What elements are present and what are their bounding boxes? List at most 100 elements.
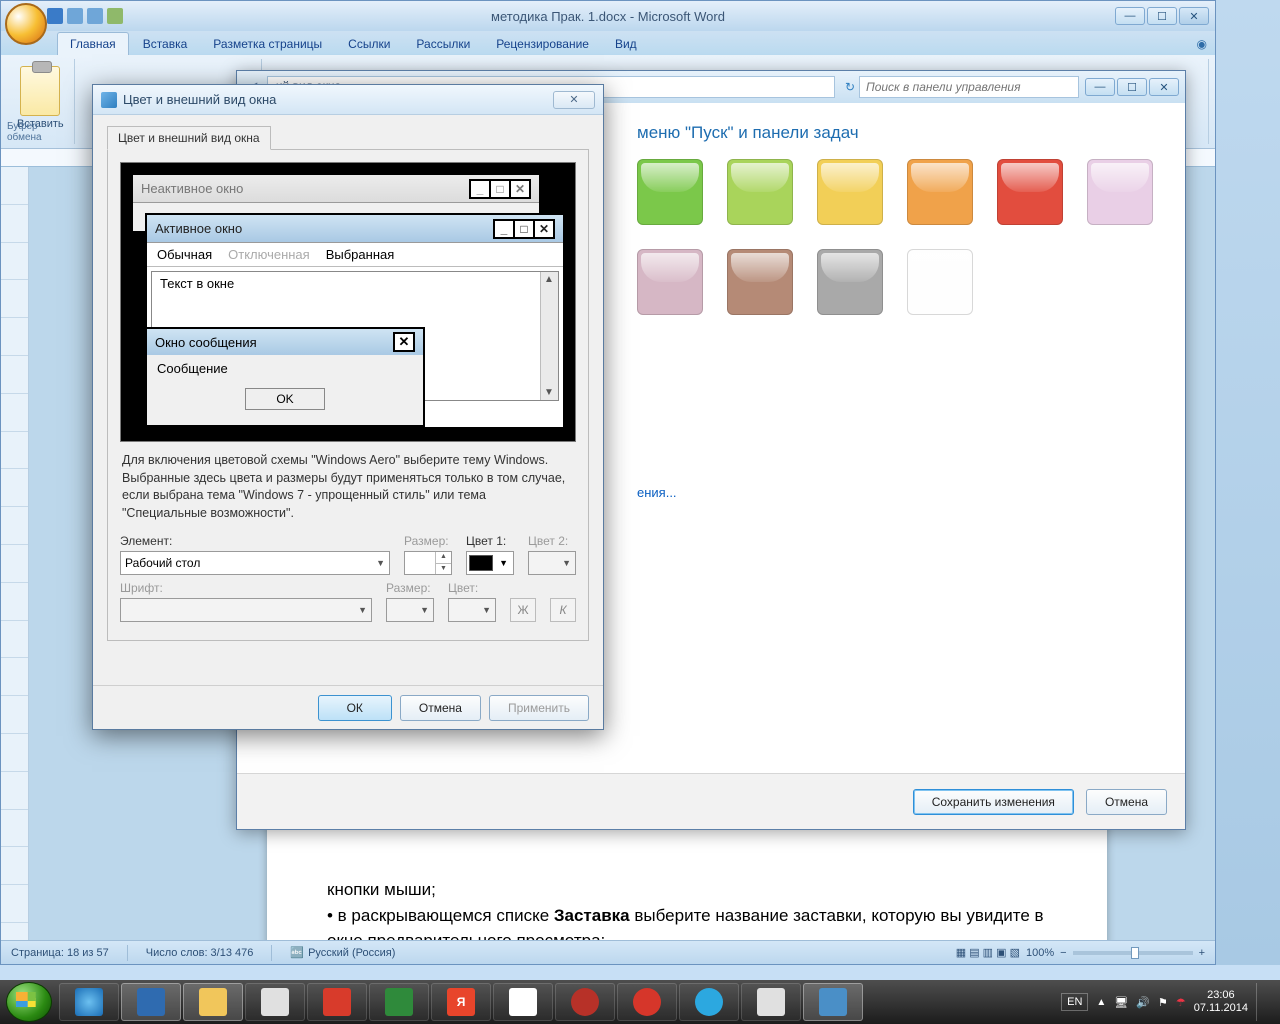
taskbar: Я EN ▲ 🖥 🔊 ⚑ ☂ 23:0607.11.2014 — [0, 980, 1280, 1024]
maximize-button[interactable]: ☐ — [1147, 7, 1177, 25]
task-browser[interactable] — [555, 983, 615, 1021]
task-ie[interactable] — [59, 983, 119, 1021]
dialog-icon — [101, 92, 117, 108]
search-input[interactable] — [859, 76, 1079, 98]
task-yandex[interactable]: Я — [431, 983, 491, 1021]
status-page[interactable]: Страница: 18 из 57 — [11, 947, 109, 959]
doc-text: кнопки мыши; — [327, 880, 436, 899]
swatch[interactable] — [727, 249, 793, 315]
tab-layout[interactable]: Разметка страницы — [201, 33, 334, 55]
zoom-out[interactable]: − — [1060, 947, 1066, 959]
dialog-close-button[interactable]: ✕ — [553, 91, 595, 109]
color1-picker[interactable]: ▼ — [466, 551, 514, 575]
element-select[interactable]: Рабочий стол▼ — [120, 551, 390, 575]
font-select: ▼ — [120, 598, 372, 622]
save-icon[interactable] — [47, 8, 63, 24]
paste-button[interactable] — [20, 66, 60, 116]
swatch[interactable] — [997, 159, 1063, 225]
size-spinner[interactable]: ▲▼ — [404, 551, 452, 575]
start-button[interactable] — [6, 982, 52, 1022]
ribbon-tabs: Главная Вставка Разметка страницы Ссылки… — [1, 31, 1215, 55]
swatch[interactable] — [907, 159, 973, 225]
clock[interactable]: 23:0607.11.2014 — [1194, 989, 1248, 1015]
tray-av-icon[interactable]: ☂ — [1176, 996, 1186, 1009]
swatch[interactable] — [637, 159, 703, 225]
task-opera[interactable] — [617, 983, 677, 1021]
tab-insert[interactable]: Вставка — [131, 33, 200, 55]
undo-icon[interactable] — [67, 8, 83, 24]
cancel-button[interactable]: Отмена — [1086, 789, 1167, 815]
dialog-title: Цвет и внешний вид окна — [123, 92, 276, 107]
refresh-icon[interactable]: ↻ — [845, 80, 855, 94]
tab-home[interactable]: Главная — [57, 32, 129, 55]
task-word[interactable] — [121, 983, 181, 1021]
save-changes-button[interactable]: Сохранить изменения — [913, 789, 1074, 815]
swatch[interactable] — [1087, 159, 1153, 225]
vertical-ruler[interactable] — [1, 167, 29, 940]
swatch[interactable] — [727, 159, 793, 225]
task-cp[interactable] — [803, 983, 863, 1021]
tab-mailings[interactable]: Рассылки — [404, 33, 482, 55]
view-buttons[interactable]: ▦ ▤ ▥ ▣ ▧ — [956, 946, 1020, 959]
tray-expand-icon[interactable]: ▲ — [1096, 997, 1106, 1008]
preview-ok-button: OK — [245, 388, 325, 410]
color-swatches — [637, 159, 1197, 315]
cp-footer: Сохранить изменения Отмена — [237, 773, 1185, 829]
cp-close[interactable]: ✕ — [1149, 78, 1179, 96]
tab-references[interactable]: Ссылки — [336, 33, 402, 55]
tray-flag-icon[interactable]: ⚑ — [1158, 996, 1168, 1009]
zoom-level[interactable]: 100% — [1026, 947, 1054, 959]
task-excel[interactable] — [369, 983, 429, 1021]
dialog-ok-button[interactable]: ОК — [318, 695, 392, 721]
clipboard-group: Вставить Буфер обмена — [7, 59, 75, 144]
cp-link[interactable]: ения... — [637, 485, 1155, 500]
swatch[interactable] — [637, 249, 703, 315]
word-titlebar: методика Прак. 1.docx - Microsoft Word —… — [1, 1, 1215, 31]
task-app[interactable] — [245, 983, 305, 1021]
swatch[interactable] — [907, 249, 973, 315]
zoom-in[interactable]: + — [1199, 947, 1205, 959]
quick-access-toolbar[interactable] — [47, 8, 123, 24]
dialog-cancel-button[interactable]: Отмена — [400, 695, 481, 721]
status-words[interactable]: Число слов: 3/13 476 — [146, 947, 254, 959]
dialog-titlebar[interactable]: Цвет и внешний вид окна ✕ — [93, 85, 603, 115]
dialog-apply-button: Применить — [489, 695, 589, 721]
preview-message-window: Окно сообщения✕ Сообщение OK — [145, 327, 425, 427]
lang-indicator[interactable]: EN — [1061, 993, 1088, 1011]
color-appearance-dialog: Цвет и внешний вид окна ✕ Цвет и внешний… — [92, 84, 604, 730]
tray-icon[interactable]: 🖥 — [1114, 996, 1128, 1009]
font-color-select: ▼ — [448, 598, 496, 622]
dialog-tab[interactable]: Цвет и внешний вид окна — [107, 126, 271, 150]
zoom-slider[interactable] — [1073, 951, 1193, 955]
color2-picker: ▼ — [528, 551, 576, 575]
minimize-button[interactable]: — — [1115, 7, 1145, 25]
show-desktop-button[interactable] — [1256, 983, 1266, 1021]
task-reader[interactable] — [307, 983, 367, 1021]
font-size-select: ▼ — [386, 598, 434, 622]
close-button[interactable]: ✕ — [1179, 7, 1209, 25]
cp-maximize[interactable]: ☐ — [1117, 78, 1147, 96]
bold-button: Ж — [510, 598, 536, 622]
right-sidebar — [1216, 0, 1280, 965]
swatch[interactable] — [817, 249, 883, 315]
dialog-footer: ОК Отмена Применить — [93, 685, 603, 729]
cp-minimize[interactable]: — — [1085, 78, 1115, 96]
dialog-description: Для включения цветовой схемы "Windows Ae… — [122, 452, 574, 522]
office-button[interactable] — [5, 3, 47, 45]
window-title: методика Прак. 1.docx - Microsoft Word — [491, 9, 725, 24]
task-explorer[interactable] — [183, 983, 243, 1021]
system-tray: EN ▲ 🖥 🔊 ⚑ ☂ 23:0607.11.2014 — [1061, 983, 1274, 1021]
status-bar: Страница: 18 из 57 Число слов: 3/13 476 … — [1, 940, 1215, 964]
help-icon[interactable]: ◉ — [1189, 33, 1215, 55]
status-lang[interactable]: 🔤 Русский (Россия) — [290, 946, 395, 959]
tray-volume-icon[interactable]: 🔊 — [1136, 996, 1150, 1009]
dialog-body: Цвет и внешний вид окна Неактивное окно … — [93, 115, 603, 655]
print-icon[interactable] — [107, 8, 123, 24]
redo-icon[interactable] — [87, 8, 103, 24]
task-skype[interactable] — [679, 983, 739, 1021]
task-app2[interactable] — [493, 983, 553, 1021]
swatch[interactable] — [817, 159, 883, 225]
tab-view[interactable]: Вид — [603, 33, 649, 55]
tab-review[interactable]: Рецензирование — [484, 33, 601, 55]
task-app3[interactable] — [741, 983, 801, 1021]
